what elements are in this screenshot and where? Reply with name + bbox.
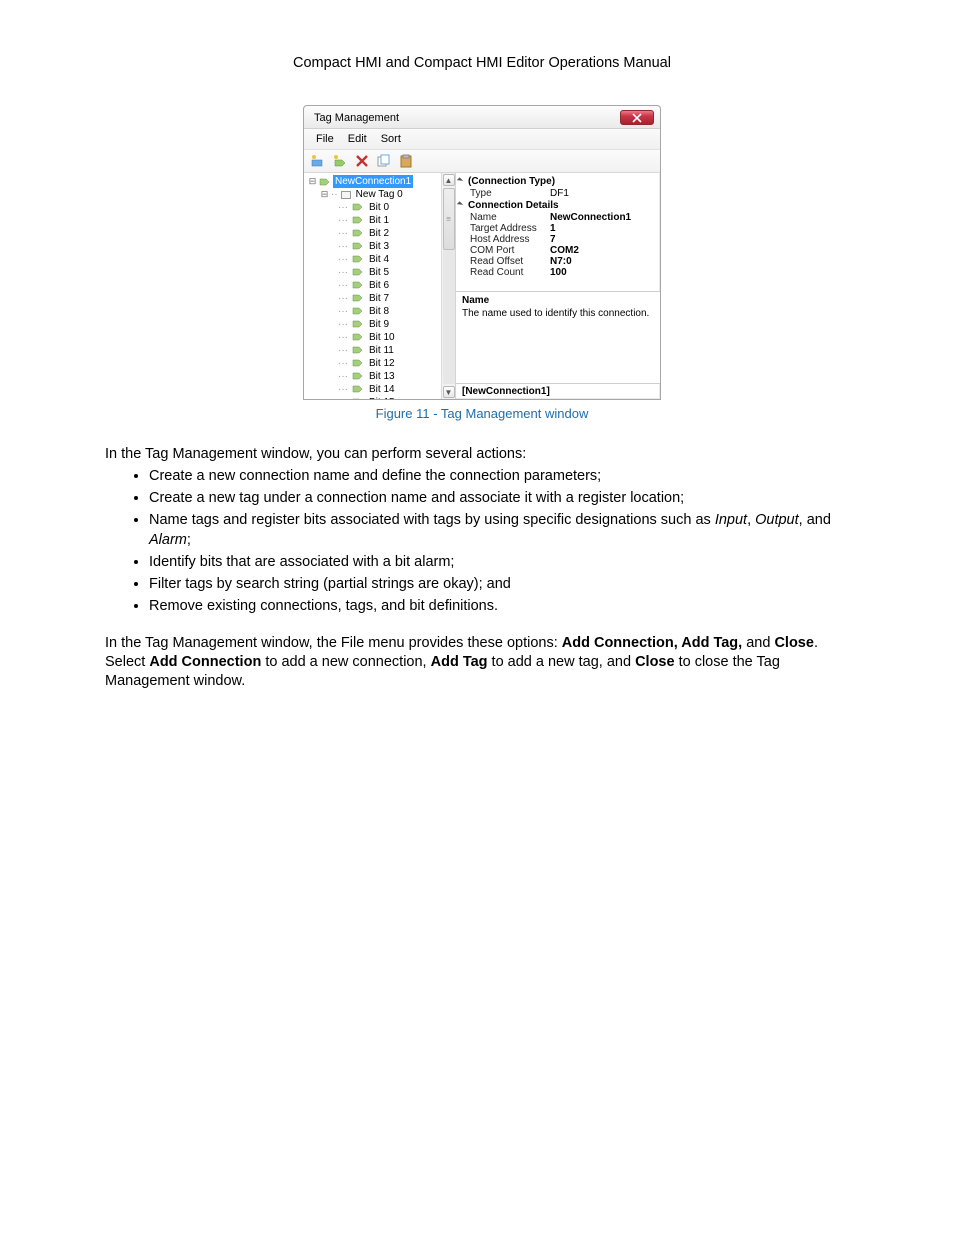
menu-edit[interactable]: Edit — [348, 133, 367, 145]
menu-sort[interactable]: Sort — [381, 133, 401, 145]
toolbar — [304, 150, 660, 173]
tree-bit[interactable]: ···Bit 12 — [308, 357, 453, 370]
tree-bit[interactable]: ···Bit 6 — [308, 279, 453, 292]
list-item: Filter tags by search string (partial st… — [149, 575, 859, 594]
collapse-icon[interactable]: ⊟ — [308, 175, 317, 188]
prop-row-target[interactable]: Target Address1 — [458, 223, 656, 234]
bit-icon — [351, 242, 363, 252]
bit-icon — [351, 268, 363, 278]
tree-bit[interactable]: ···Bit 15 — [308, 396, 453, 399]
list-item: Remove existing connections, tags, and b… — [149, 597, 859, 616]
page-header: Compact HMI and Compact HMI Editor Opera… — [105, 55, 859, 71]
bit-icon — [351, 216, 363, 226]
tree-bit[interactable]: ···Bit 1 — [308, 214, 453, 227]
figure-caption: Figure 11 - Tag Management window — [105, 406, 859, 421]
scroll-track[interactable] — [443, 188, 455, 384]
help-box: Name The name used to identify this conn… — [456, 291, 660, 383]
prop-row-count[interactable]: Read Count100 — [458, 267, 656, 278]
property-pane: (Connection Type) TypeDF1 Connection Det… — [456, 173, 660, 399]
prop-row-type[interactable]: TypeDF1 — [458, 188, 656, 199]
delete-icon[interactable] — [354, 153, 370, 169]
scrollbar[interactable]: ▲ ▼ — [441, 173, 455, 399]
bit-icon — [351, 255, 363, 265]
tree-pane: ⊟ NewConnection1 ⊟·· New Tag 0 ···Bit 0 … — [304, 173, 456, 399]
action-list: Create a new connection name and define … — [105, 467, 859, 616]
bit-icon — [351, 307, 363, 317]
list-item: Create a new connection name and define … — [149, 467, 859, 486]
close-icon — [632, 113, 642, 123]
list-item: Name tags and register bits associated w… — [149, 511, 859, 549]
bit-icon — [351, 294, 363, 304]
intro-paragraph: In the Tag Management window, you can pe… — [105, 445, 859, 464]
copy-icon[interactable] — [376, 153, 392, 169]
prop-row-com[interactable]: COM PortCOM2 — [458, 245, 656, 256]
collapse-icon[interactable]: ⊟ — [320, 188, 329, 201]
tree-bit[interactable]: ···Bit 9 — [308, 318, 453, 331]
tree-bit[interactable]: ···Bit 11 — [308, 344, 453, 357]
bit-icon — [351, 281, 363, 291]
tree-bit[interactable]: ···Bit 2 — [308, 227, 453, 240]
bit-icon — [351, 203, 363, 213]
prop-section-connection-type[interactable]: (Connection Type) — [458, 175, 656, 188]
titlebar: Tag Management — [304, 106, 660, 129]
scroll-thumb[interactable] — [443, 188, 455, 250]
tree-bit[interactable]: ···Bit 3 — [308, 240, 453, 253]
tree-bit[interactable]: ···Bit 10 — [308, 331, 453, 344]
tree-tag-label: New Tag 0 — [353, 188, 403, 201]
prop-row-name[interactable]: NameNewConnection1 — [458, 212, 656, 223]
help-title: Name — [462, 295, 654, 306]
list-item: Identify bits that are associated with a… — [149, 553, 859, 572]
list-item: Create a new tag under a connection name… — [149, 489, 859, 508]
chevron-down-icon — [457, 201, 463, 207]
help-text: The name used to identify this connectio… — [462, 308, 654, 319]
paste-icon[interactable] — [398, 153, 414, 169]
close-button[interactable] — [620, 110, 654, 125]
tree-root-label: NewConnection1 — [333, 175, 413, 188]
tree-root[interactable]: ⊟ NewConnection1 — [308, 175, 453, 188]
tag-box-icon — [341, 191, 351, 199]
add-tag-icon[interactable] — [332, 153, 348, 169]
bit-icon — [351, 346, 363, 356]
menubar: File Edit Sort — [304, 129, 660, 150]
connection-icon — [319, 177, 331, 187]
tree-bit[interactable]: ···Bit 0 — [308, 201, 453, 214]
prop-section-connection-details[interactable]: Connection Details — [458, 199, 656, 212]
add-connection-icon[interactable] — [310, 153, 326, 169]
bit-icon — [351, 320, 363, 330]
status-row: [NewConnection1] — [456, 383, 660, 399]
bit-icon — [351, 229, 363, 239]
bit-icon — [351, 359, 363, 369]
scroll-up-icon[interactable]: ▲ — [443, 174, 455, 186]
window-title: Tag Management — [314, 112, 399, 124]
tag-management-window: Tag Management File Edit Sort ⊟ NewConne… — [303, 105, 661, 400]
bit-icon — [351, 398, 363, 400]
tree-bit[interactable]: ···Bit 8 — [308, 305, 453, 318]
prop-row-host[interactable]: Host Address7 — [458, 234, 656, 245]
tree-bit[interactable]: ···Bit 4 — [308, 253, 453, 266]
tree-bit[interactable]: ···Bit 14 — [308, 383, 453, 396]
bit-icon — [351, 333, 363, 343]
chevron-down-icon — [457, 177, 463, 183]
tree-bit[interactable]: ···Bit 5 — [308, 266, 453, 279]
tree-bit[interactable]: ···Bit 7 — [308, 292, 453, 305]
bit-icon — [351, 385, 363, 395]
file-menu-paragraph: In the Tag Management window, the File m… — [105, 634, 859, 691]
prop-row-offset[interactable]: Read OffsetN7:0 — [458, 256, 656, 267]
scroll-down-icon[interactable]: ▼ — [443, 386, 455, 398]
bit-icon — [351, 372, 363, 382]
tree-bit[interactable]: ···Bit 13 — [308, 370, 453, 383]
menu-file[interactable]: File — [316, 133, 334, 145]
tree-tag[interactable]: ⊟·· New Tag 0 — [308, 188, 453, 201]
